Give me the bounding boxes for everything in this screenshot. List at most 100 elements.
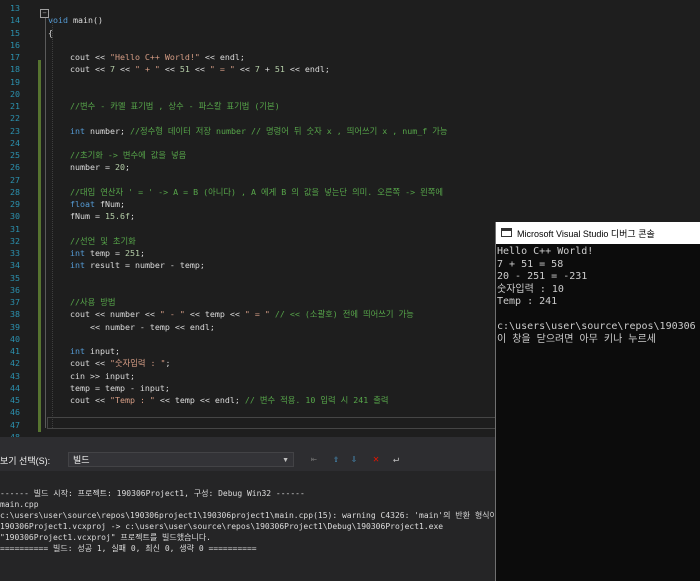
code-line[interactable]: 22 xyxy=(0,112,700,124)
code-line[interactable]: 23 int number; //정수형 데이터 저장 number // 명령어… xyxy=(0,125,700,137)
line-number: 39 xyxy=(10,321,20,332)
code-number: 15.6f xyxy=(104,211,130,222)
code-token: << endl; xyxy=(199,52,245,62)
output-source-value: 빌드 xyxy=(73,455,90,465)
code-token: cout << xyxy=(70,358,110,369)
console-title-bar[interactable]: Microsoft Visual Studio 디버그 콘솔 xyxy=(496,222,700,244)
code-text: cout << "Temp : " << temp << endl; // 변수… xyxy=(70,394,389,406)
line-number: 18 xyxy=(10,64,20,75)
code-string: " + " xyxy=(134,64,160,75)
code-token: ; xyxy=(124,162,130,173)
code-text: int input; xyxy=(70,345,120,357)
goto-next-message-icon[interactable]: ⇩ xyxy=(348,454,360,466)
code-line[interactable]: 13 xyxy=(0,2,700,14)
output-source-select[interactable]: 빌드 ▼ xyxy=(68,452,294,467)
code-token: + xyxy=(259,64,275,75)
code-keyword: int xyxy=(70,125,85,136)
code-line[interactable]: 21 //변수 - 카멜 표기법 , 상수 - 파스칼 표기법 (기본) xyxy=(0,100,700,112)
line-number: 29 xyxy=(10,199,20,209)
line-number: 24 xyxy=(10,137,20,148)
code-token: main() xyxy=(67,15,103,26)
code-keyword: int xyxy=(70,260,85,271)
code-token: << number - temp << endl; xyxy=(70,321,215,332)
debug-console-window[interactable]: Microsoft Visual Studio 디버그 콘솔 Hello C++… xyxy=(495,222,700,581)
code-line[interactable]: 29 float fNum; xyxy=(0,198,700,210)
code-line[interactable]: 26 number = 20; xyxy=(0,161,700,173)
console-line: Hello C++ World! xyxy=(497,246,594,257)
code-text: //선언 및 초기화 xyxy=(70,235,136,247)
code-token: cin >> input; xyxy=(70,370,135,381)
code-line[interactable]: 28 //대입 연산자 ' = ' -> A = B (아니다) , A 에게 B… xyxy=(0,186,700,198)
word-wrap-icon[interactable]: ↵ xyxy=(390,454,402,466)
code-line[interactable]: 25 //초기화 -> 변수에 값을 넣음 xyxy=(0,149,700,161)
line-number: 14 xyxy=(10,15,20,26)
code-text: //대입 연산자 ' = ' -> A = B (아니다) , A 에게 B 의… xyxy=(70,186,443,198)
code-text: void main() xyxy=(48,14,103,26)
code-string: " = " xyxy=(244,309,270,320)
code-comment: //초기화 -> 변수에 값을 넣음 xyxy=(70,150,187,160)
line-number: 19 xyxy=(10,76,20,87)
code-line[interactable]: 20 xyxy=(0,88,700,100)
code-text: fNum = 15.6f; xyxy=(70,210,135,222)
code-token: cout << xyxy=(70,52,110,62)
line-number: 21 xyxy=(10,101,20,111)
code-token: ; xyxy=(165,358,171,369)
line-number: 47 xyxy=(10,419,20,430)
code-line[interactable]: 17 cout << "Hello C++ World!" << endl; xyxy=(0,51,700,63)
code-token: input; xyxy=(85,346,120,356)
code-text: cout << 7 << " + " << 51 << " = " << 7 +… xyxy=(70,63,330,75)
code-text: { xyxy=(48,27,53,39)
code-token: temp = temp - input; xyxy=(70,382,170,393)
code-keyword: int xyxy=(70,346,85,356)
line-number: 20 xyxy=(10,88,20,99)
output-line: 190306Project1.vcxproj -> c:\users\user\… xyxy=(0,522,444,531)
code-string: " = " xyxy=(209,64,235,75)
code-token: number = xyxy=(70,162,115,173)
console-line: c:\users\user\source\repos\190306 xyxy=(497,321,696,332)
code-number: 51 xyxy=(179,64,190,75)
code-string: "숫자입력 : " xyxy=(109,358,166,369)
line-number: 22 xyxy=(10,113,20,124)
code-line[interactable]: 14 void main() xyxy=(0,14,700,26)
chevron-down-icon[interactable]: ▼ xyxy=(282,453,289,468)
code-text: cin >> input; xyxy=(70,370,135,382)
code-number: 251 xyxy=(124,248,140,258)
code-keyword: void xyxy=(48,15,68,26)
line-number: 15 xyxy=(10,27,20,38)
line-number: 23 xyxy=(10,125,20,136)
output-line: ========== 빌드: 성공 1, 실패 0, 최신 0, 생략 0 ==… xyxy=(0,544,257,553)
line-number: 45 xyxy=(10,395,20,405)
code-comment: //정수형 데이터 저장 number // 명령어 뒤 숫자 x , 띄어쓰기… xyxy=(129,125,448,136)
clear-all-icon[interactable]: ✕ xyxy=(370,454,382,466)
code-token: cout << number << xyxy=(70,309,160,320)
console-window-icon xyxy=(501,228,512,237)
code-line[interactable]: 30 fNum = 15.6f; xyxy=(0,210,700,222)
goto-previous-message-icon[interactable]: ⇧ xyxy=(330,454,342,466)
find-previous-icon[interactable]: ⇤ xyxy=(308,454,320,466)
code-keyword: int xyxy=(70,248,85,258)
line-number: 25 xyxy=(10,150,20,160)
code-token: { xyxy=(48,27,53,38)
console-title: Microsoft Visual Studio 디버그 콘솔 xyxy=(517,229,655,239)
code-comment: //대입 연산자 ' = ' -> A = B (아니다) , A 에게 B 의… xyxy=(70,186,444,197)
code-comment: // << (소괄호) 전에 띄어쓰기 가능 xyxy=(274,309,414,320)
code-string: "Hello C++ World!" xyxy=(109,52,200,62)
code-token: number; xyxy=(85,125,130,136)
code-comment: //변수 - 카멜 표기법 , 상수 - 파스칼 표기법 (기본) xyxy=(70,101,280,111)
code-line[interactable]: 27 xyxy=(0,174,700,186)
code-text: << number - temp << endl; xyxy=(70,321,215,333)
line-number: 17 xyxy=(10,52,20,62)
code-line[interactable]: 16 xyxy=(0,39,700,51)
code-string: " - " xyxy=(159,309,185,320)
line-number: 30 xyxy=(10,211,20,222)
code-line[interactable]: 19 xyxy=(0,76,700,88)
code-text: number = 20; xyxy=(70,161,130,173)
line-number: 35 xyxy=(10,272,20,283)
line-number: 34 xyxy=(10,260,20,271)
code-line[interactable]: 24 xyxy=(0,137,700,149)
code-comment: //선언 및 초기화 xyxy=(70,235,136,246)
output-line: main.cpp xyxy=(0,500,39,509)
code-line[interactable]: 18 cout << 7 << " + " << 51 << " = " << 7… xyxy=(0,63,700,75)
code-line[interactable]: 15 { xyxy=(0,27,700,39)
console-line: 20 - 251 = -231 xyxy=(497,271,588,282)
